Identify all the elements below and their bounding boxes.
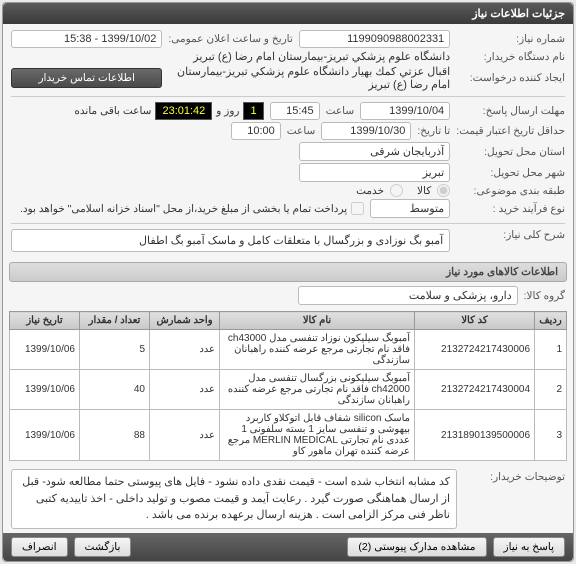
table-cell-n: 2 (535, 370, 567, 410)
buyer-desc-row: توضیحات خریدار: کد مشابه انتخاب شده است … (3, 465, 573, 533)
table-cell-name: ماسک silicon شفاف قابل اتوکلاو کاربرد بی… (220, 410, 415, 461)
table-cell-n: 3 (535, 410, 567, 461)
table-row: 12132724217430006آمبوبگ سیلیکون نوزاد تن… (10, 330, 567, 370)
buyer-desc-label: توضیحات خریدار: (465, 469, 565, 483)
desc-value: آمبو بگ نوزادی و بزرگسال با متعلقات کامل… (11, 229, 450, 252)
budget-radio-goods[interactable]: کالا (417, 184, 450, 197)
desc-label: شرح کلی نیاز: (456, 229, 565, 241)
buyer-contact-button[interactable]: اطلاعات تماس خریدار (11, 68, 162, 88)
process-value: متوسط (370, 199, 450, 218)
table-cell-unit: عدد (150, 410, 220, 461)
need-no-label: شماره نیاز: (456, 33, 565, 45)
table-cell-qty: 40 (80, 370, 150, 410)
deadline-time: 15:45 (270, 102, 320, 120)
table-cell-date: 1399/10/06 (10, 370, 80, 410)
need-details-panel: جزئیات اطلاعات نیاز شماره نیاز: 11990909… (2, 2, 574, 562)
th-unit: واحد شمارش (150, 312, 220, 330)
th-date: تاریخ نیاز (10, 312, 80, 330)
remain-suffix: ساعت باقی مانده (70, 103, 155, 119)
table-cell-date: 1399/10/06 (10, 410, 80, 461)
creator-label: ایجاد کننده درخواست: (456, 72, 565, 84)
panel-title: جزئیات اطلاعات نیاز (3, 3, 573, 24)
hour-label-1: ساعت (326, 105, 355, 117)
buyer-org-value: دانشگاه علوم پزشكي تبريز-بیمارستان امام … (11, 50, 450, 63)
attachments-button[interactable]: مشاهده مدارک پیوستی (2) (347, 537, 486, 557)
budget-label: طبقه بندی موضوعی: (456, 185, 565, 197)
table-header-row: ردیف کد کالا نام کالا واحد شمارش تعداد /… (10, 312, 567, 330)
divider-2 (11, 223, 565, 224)
table-cell-qty: 88 (80, 410, 150, 461)
province-label: استان محل تحویل: (456, 146, 565, 158)
partial-pay-checkbox[interactable]: پرداخت تمام یا بخشی از مبلغ خرید،از محل … (20, 202, 364, 215)
table-cell-name: آمبوبگ سیلیکون نوزاد تنفسی مدل ch43000 ف… (220, 330, 415, 370)
footer-bar: پاسخ به نیاز مشاهده مدارک پیوستی (2) باز… (3, 533, 573, 561)
need-no-value: 1199090988002331 (299, 30, 450, 48)
budget-radio-group: کالا خدمت (11, 184, 450, 197)
remaining-time: 1 روز و 23:01:42 ساعت باقی مانده (70, 102, 263, 120)
min-validity-time: 10:00 (231, 122, 281, 140)
th-row: ردیف (535, 312, 567, 330)
cancel-button[interactable]: انصراف (11, 537, 68, 557)
th-code: کد کالا (415, 312, 535, 330)
table-cell-name: آمبوبگ سیلیکونی بزرگسال تنفسی مدل ch4200… (220, 370, 415, 410)
buyer-desc-text: کد مشابه انتخاب شده است - قیمت نقدی داده… (11, 469, 457, 529)
remain-time: 23:01:42 (155, 102, 212, 120)
creator-value: اقبال عزتي كمك بهيار دانشگاه علوم پزشكي … (168, 65, 450, 91)
announce-label: تاریخ و ساعت اعلان عمومی: (168, 33, 292, 45)
table-cell-unit: عدد (150, 330, 220, 370)
process-label: نوع فرآیند خرید : (456, 203, 565, 215)
hour-label-2: ساعت (287, 125, 316, 137)
back-button[interactable]: بازگشت (74, 537, 132, 557)
group-value: دارو، پزشکی و سلامت (298, 286, 518, 305)
deadline-date: 1399/10/04 (360, 102, 450, 120)
table-cell-date: 1399/10/06 (10, 330, 80, 370)
divider (11, 96, 565, 97)
min-validity-empty: تا تاریخ: (417, 125, 450, 137)
table-cell-qty: 5 (80, 330, 150, 370)
table-cell-n: 1 (535, 330, 567, 370)
city-label: شهر محل تحویل: (456, 167, 565, 179)
items-section-title: اطلاعات کالاهای مورد نیاز (9, 262, 567, 282)
th-qty: تعداد / مقدار (80, 312, 150, 330)
budget-radio-service[interactable]: خدمت (356, 184, 403, 197)
remain-day-label: روز و (212, 103, 243, 119)
buyer-org-label: نام دستگاه خریدار: (456, 51, 565, 63)
table-cell-code: 2132724217430004 (415, 370, 535, 410)
table-cell-unit: عدد (150, 370, 220, 410)
remain-days: 1 (243, 102, 263, 120)
reply-button[interactable]: پاسخ به نیاز (493, 537, 565, 557)
table-cell-code: 2132724217430006 (415, 330, 535, 370)
info-grid: شماره نیاز: 1199090988002331 تاریخ و ساع… (3, 24, 573, 258)
announce-value: 1399/10/02 - 15:38 (11, 30, 162, 48)
min-validity-label: حداقل تاریخ اعتبار قیمت: (456, 125, 565, 137)
items-table: ردیف کد کالا نام کالا واحد شمارش تعداد /… (9, 311, 567, 461)
table-row: 32131890139500006ماسک silicon شفاف قابل … (10, 410, 567, 461)
min-validity-date: 1399/10/30 (321, 122, 411, 140)
deadline-label: مهلت ارسال پاسخ: (456, 105, 565, 117)
attachments-count: (2) (358, 541, 371, 553)
table-cell-code: 2131890139500006 (415, 410, 535, 461)
table-row: 22132724217430004آمبوبگ سیلیکونی بزرگسال… (10, 370, 567, 410)
th-name: نام کالا (220, 312, 415, 330)
city-value: تبریز (299, 163, 450, 182)
province-value: آذربایجان شرقی (299, 142, 450, 161)
group-label: گروه کالا: (524, 290, 565, 302)
